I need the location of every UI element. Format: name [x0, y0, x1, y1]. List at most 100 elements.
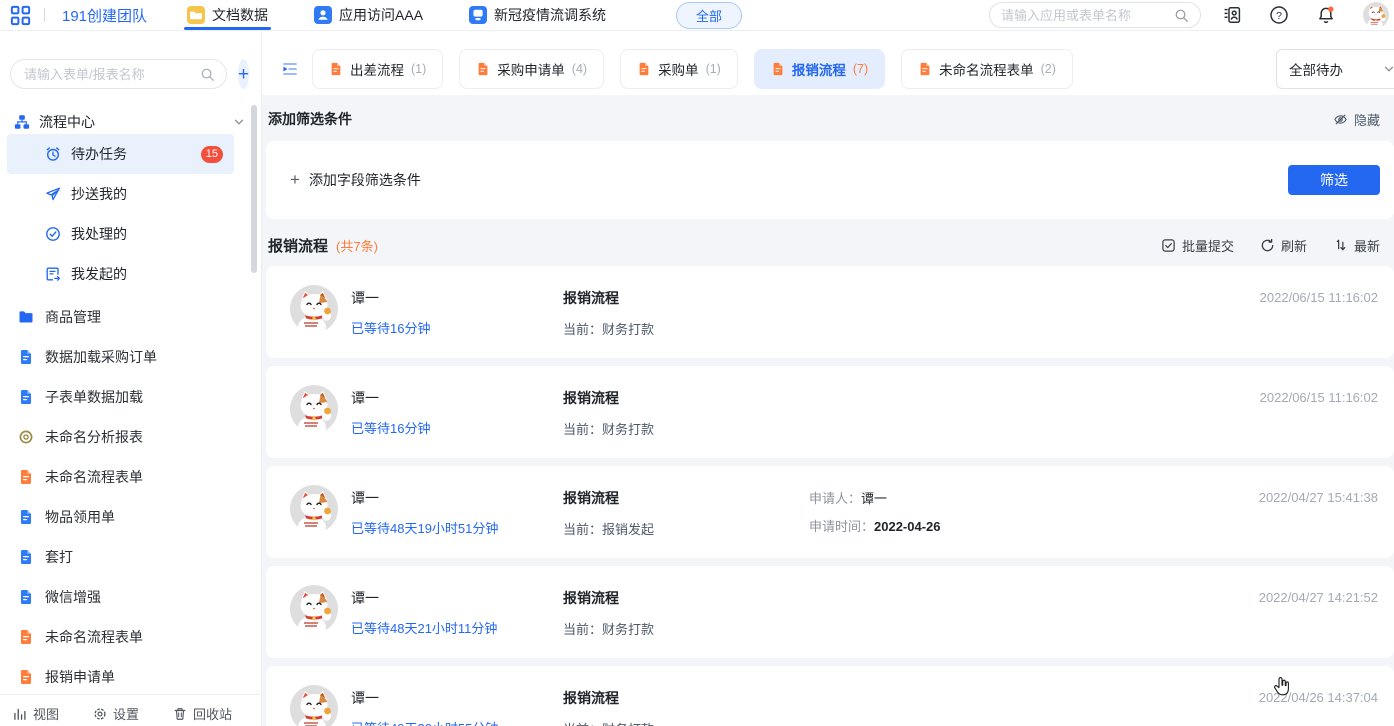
sidebar-item-label: 我处理的 [71, 224, 127, 244]
analysis-report-icon [18, 429, 34, 445]
flow-doc-icon [476, 62, 490, 76]
folder-icon [18, 309, 34, 325]
flow-doc-icon [918, 62, 932, 76]
tab-purchase-request[interactable]: 采购申请单 (4) [459, 49, 604, 89]
topbar-search[interactable] [989, 2, 1201, 28]
applicant-name: 谭一 [351, 488, 563, 508]
sidebar-item-cc-to-me[interactable]: 抄送我的 [7, 174, 234, 214]
paper-plane-icon [45, 186, 61, 202]
svg-text:?: ? [1276, 10, 1282, 22]
search-icon [200, 67, 215, 82]
sidebar-item-label: 子表单数据加载 [45, 387, 143, 407]
status-filter-dropdown[interactable]: 全部待办 [1276, 49, 1394, 89]
flow-doc-icon [637, 62, 651, 76]
sidebar-item-flow-form[interactable]: 报销申请单 [0, 657, 261, 697]
chevron-down-icon [1383, 63, 1394, 75]
sidebar-item-label: 未命名流程表单 [45, 627, 143, 647]
sidebar-scrollbar[interactable] [251, 105, 257, 273]
sidebar: + 流程中心 待办任务 15 抄送我的 [0, 31, 262, 726]
sidebar-item-report[interactable]: 未命名分析报表 [0, 417, 261, 457]
sidebar-item-form[interactable]: 套打 [0, 537, 261, 577]
topbar-search-input[interactable] [1001, 8, 1174, 23]
org-chart-icon [14, 114, 30, 130]
list-title: 报销流程 [268, 235, 328, 256]
tab-count: (7) [853, 62, 868, 76]
help-icon[interactable]: ? [1269, 5, 1289, 25]
avatar [290, 485, 338, 533]
tab-reimbursement-flow[interactable]: 报销流程 (7) [754, 49, 885, 89]
team-name[interactable]: 191创建团队 [62, 5, 147, 26]
card-extra-fields: 申请人：谭一 申请时间：2022-04-26 [809, 488, 941, 535]
filter-section-title: 添加筛选条件 [268, 109, 352, 129]
app-tab-label: 应用访问AAA [339, 5, 423, 25]
sidebar-item-form[interactable]: 物品领用单 [0, 497, 261, 537]
collapse-sidebar-icon[interactable] [280, 59, 300, 79]
add-form-button[interactable]: + [238, 59, 249, 89]
applicant-name: 谭一 [351, 388, 563, 408]
app-tab-label: 文档数据 [212, 5, 268, 25]
applicant-field-value: 谭一 [861, 491, 887, 506]
task-card[interactable]: 谭一 已等待16分钟 报销流程 当前：财务打款 2022/06/15 11:16… [266, 366, 1394, 458]
sidebar-item-todo-tasks[interactable]: 待办任务 15 [7, 134, 234, 174]
hide-filters-link[interactable]: 隐藏 [1333, 110, 1380, 129]
directory-icon[interactable] [1222, 5, 1242, 25]
avatar [290, 585, 338, 633]
timestamp: 2022/06/15 11:16:02 [1260, 290, 1378, 305]
app-tab-access[interactable]: 应用访问AAA [314, 0, 423, 30]
task-card[interactable]: 谭一 已等待49天20小时55分钟 报销流程 当前：财务打款 2022/04/2… [266, 666, 1394, 726]
tab-business-trip-flow[interactable]: 出差流程 (1) [312, 49, 443, 89]
user-avatar[interactable] [1363, 2, 1389, 28]
task-card[interactable]: 谭一 已等待16分钟 报销流程 当前：财务打款 2022/06/15 11:16… [266, 266, 1394, 358]
sidebar-item-flow-form[interactable]: 未命名流程表单 [0, 617, 261, 657]
sidebar-item-label: 微信增强 [45, 587, 101, 607]
all-apps-pill[interactable]: 全部 [676, 2, 742, 29]
chevron-down-icon[interactable] [233, 116, 245, 128]
form-doc-icon [18, 509, 34, 525]
sidebar-item-form[interactable]: 子表单数据加载 [0, 377, 261, 417]
refresh-button[interactable]: 刷新 [1260, 236, 1307, 255]
recycle-bin-button[interactable]: 回收站 [173, 704, 232, 723]
apply-time-field-label: 申请时间： [809, 519, 874, 534]
app-tab-label: 新冠疫情流调系统 [494, 5, 606, 25]
timestamp: 2022/04/26 14:37:04 [1259, 690, 1378, 705]
sidebar-search[interactable] [10, 59, 227, 89]
sidebar-item-form[interactable]: 微信增强 [0, 577, 261, 617]
current-node: 当前：报销发起 [563, 519, 809, 538]
task-card[interactable]: 谭一 已等待48天21小时11分钟 报销流程 当前：财务打款 2022/04/2… [266, 566, 1394, 658]
sidebar-item-started-by-me[interactable]: 我发起的 [7, 254, 234, 294]
list-count: (共7条) [336, 236, 378, 255]
sidebar-item-label: 数据加载采购订单 [45, 347, 157, 367]
process-center-group[interactable]: 流程中心 [14, 112, 245, 132]
tab-unnamed-flow-form[interactable]: 未命名流程表单 (2) [901, 49, 1073, 89]
task-card[interactable]: 谭一 已等待48天19小时51分钟 报销流程 当前：报销发起 申请人：谭一 申请… [266, 466, 1394, 558]
app-tab-covid[interactable]: 新冠疫情流调系统 [469, 0, 606, 30]
wait-duration: 已等待48天21小时11分钟 [351, 618, 563, 637]
refresh-icon [1260, 238, 1275, 253]
sidebar-item-flow-form[interactable]: 未命名流程表单 [0, 457, 261, 497]
flow-doc-icon [18, 629, 34, 645]
app-module-icon [469, 6, 487, 24]
filter-submit-button[interactable]: 筛选 [1288, 165, 1380, 195]
check-circle-icon [45, 226, 61, 242]
sidebar-search-input[interactable] [24, 67, 200, 82]
form-doc-icon [18, 589, 34, 605]
batch-submit-button[interactable]: 批量提交 [1161, 236, 1234, 255]
app-person-icon [314, 6, 332, 24]
add-field-filter-button[interactable]: + 添加字段筛选条件 [290, 170, 421, 190]
current-node: 当前：财务打款 [563, 719, 809, 726]
app-launcher-grid-icon[interactable] [10, 5, 31, 26]
sidebar-item-label: 物品领用单 [45, 507, 115, 527]
sidebar-item-form[interactable]: 数据加载采购订单 [0, 337, 261, 377]
sidebar-item-product-mgmt[interactable]: 商品管理 [0, 297, 261, 337]
sidebar-footer: 视图 设置 回收站 [0, 694, 260, 726]
tab-purchase-order[interactable]: 采购单 (1) [620, 49, 738, 89]
settings-button[interactable]: 设置 [93, 704, 139, 723]
sort-latest-button[interactable]: 最新 [1333, 236, 1380, 255]
sidebar-item-processed-by-me[interactable]: 我处理的 [7, 214, 234, 254]
sidebar-item-label: 待办任务 [71, 144, 127, 164]
alarm-clock-icon [45, 146, 61, 162]
views-button[interactable]: 视图 [13, 704, 59, 723]
tab-count: (2) [1041, 62, 1056, 76]
app-tab-docs[interactable]: 文档数据 [187, 0, 268, 30]
notification-bell-icon[interactable] [1316, 5, 1336, 25]
